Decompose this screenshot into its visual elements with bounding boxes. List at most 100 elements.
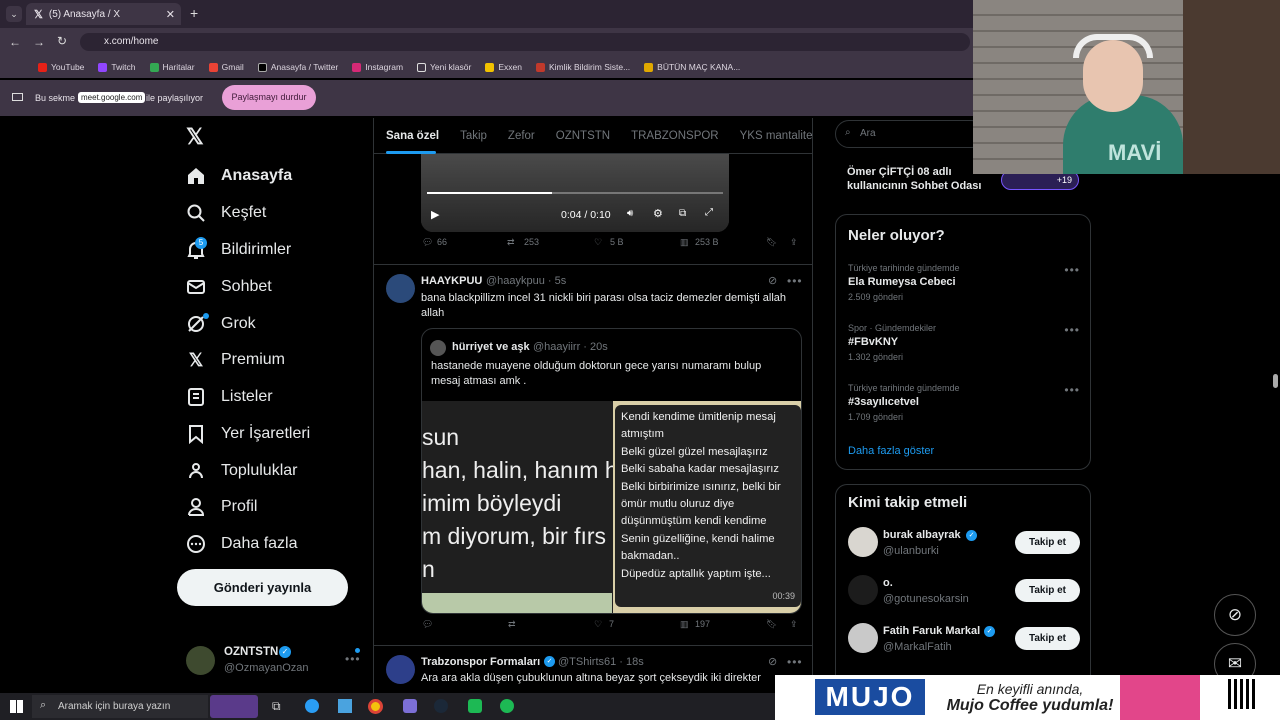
trend-item[interactable]: Türkiye tarihinde gündemde #3sayılıcetve… — [848, 383, 1080, 422]
trend-menu-icon[interactable]: ••• — [1064, 383, 1080, 397]
x-logo-icon[interactable]: 𝕏 — [186, 124, 204, 150]
tab-trabzonspor[interactable]: TRABZONSPOR — [631, 130, 719, 142]
reply-icon[interactable]: 💬︎ — [422, 619, 433, 630]
play-icon[interactable]: ▶ — [431, 208, 439, 221]
grok-float-icon[interactable]: ⊘ — [1214, 594, 1256, 636]
bookmark-icon[interactable]: 🔖︎ — [766, 237, 777, 248]
quote-tweet[interactable]: hürriyet ve aşk @haayiirr · 20s hastaned… — [421, 328, 802, 614]
trend-menu-icon[interactable]: ••• — [1064, 263, 1080, 277]
fullscreen-icon[interactable]: ⤢ — [705, 207, 713, 218]
nav-label: Sohbet — [221, 278, 272, 295]
search-input[interactable]: Ara — [835, 120, 985, 148]
grok-icon[interactable]: ⊘ — [768, 274, 777, 287]
bookmark-twitter[interactable]: Anasayfa / Twitter — [257, 62, 338, 72]
steam-icon[interactable] — [434, 699, 448, 713]
nav-home[interactable]: Anasayfa — [186, 162, 292, 190]
back-icon[interactable]: ← — [9, 35, 21, 49]
nav-messages[interactable]: Sohbet — [186, 273, 272, 301]
nav-communities[interactable]: Topluluklar — [186, 457, 297, 485]
bookmark-kimlik[interactable]: Kimlik Bildirim Siste... — [535, 62, 630, 72]
tweet-menu-icon[interactable]: ••• — [787, 274, 803, 288]
bookmark-gmail[interactable]: Gmail — [208, 62, 244, 72]
retweet-icon[interactable]: ⇄ — [508, 619, 516, 630]
app-icon[interactable] — [403, 699, 417, 713]
bookmark-mac[interactable]: BÜTÜN MAÇ KANA... — [644, 62, 740, 72]
quote-image[interactable]: sun han, halin, hanım h imim böyleydi m diy… — [422, 401, 801, 613]
bookmark-maps[interactable]: Haritalar — [149, 62, 195, 72]
follow-button[interactable]: Takip et — [1015, 579, 1080, 602]
follow-name[interactable]: Fatih Faruk Markal — [883, 625, 980, 637]
forward-icon[interactable]: → — [33, 35, 45, 49]
follow-name[interactable]: burak albayrak — [883, 529, 961, 541]
tab-ozntstn[interactable]: OZNTSTN — [556, 130, 610, 142]
avatar[interactable] — [186, 646, 215, 675]
views-icon[interactable]: ▥ — [680, 237, 689, 248]
widget-image[interactable] — [210, 695, 258, 718]
chrome-icon[interactable] — [368, 699, 383, 714]
url-input[interactable]: x.com/home — [80, 33, 970, 51]
file-explorer-icon[interactable] — [338, 699, 352, 713]
post-button[interactable]: Gönderi yayınla — [177, 569, 348, 606]
browser-tab[interactable]: 𝕏 (5) Anasayfa / X ✕ — [26, 3, 181, 25]
avatar[interactable] — [848, 623, 878, 653]
tab-for-you[interactable]: Sana özel — [386, 130, 439, 142]
account-name[interactable]: OZNTSTN — [224, 646, 278, 658]
avatar[interactable] — [848, 575, 878, 605]
spotify-icon[interactable] — [500, 699, 514, 713]
volume-icon[interactable]: 🔊︎ — [627, 208, 633, 219]
bookmark-instagram[interactable]: Instagram — [352, 62, 403, 72]
show-more-link[interactable]: Daha fazla göster — [848, 445, 934, 457]
tweet-author-name[interactable]: Trabzonspor Formaları — [421, 656, 540, 668]
like-icon[interactable]: ♡ — [594, 619, 602, 630]
nav-profile[interactable]: Profil — [186, 493, 257, 521]
pip-icon[interactable]: ⧉ — [679, 208, 686, 219]
nav-more[interactable]: Daha fazla — [186, 530, 298, 558]
nav-premium[interactable]: 𝕏 Premium — [186, 346, 285, 374]
follow-button[interactable]: Takip et — [1015, 531, 1080, 554]
tab-yks[interactable]: YKS mantalite — [740, 130, 812, 142]
kimlik-icon — [535, 62, 545, 72]
like-icon[interactable]: ♡ — [594, 237, 602, 248]
video-player[interactable]: ▶ 0:04 / 0:10 🔊︎ ⚙ ⧉ ⤢ — [421, 154, 729, 232]
tweet-menu-icon[interactable]: ••• — [787, 655, 803, 669]
task-view-icon[interactable]: ⧉ — [272, 699, 281, 714]
bookmark-youtube[interactable]: YouTube — [38, 62, 84, 72]
avatar[interactable] — [386, 655, 415, 684]
copilot-icon[interactable] — [305, 699, 319, 713]
bookmark-folder[interactable]: Yeni klasör — [417, 62, 471, 72]
tab-search-icon[interactable]: ⌄ — [6, 6, 22, 22]
tab-following[interactable]: Takip — [460, 130, 487, 142]
scrollbar-thumb[interactable] — [1273, 374, 1278, 388]
trend-item[interactable]: Türkiye tarihinde gündemde Ela Rumeysa C… — [848, 263, 1080, 302]
stop-sharing-button[interactable]: Paylaşmayı durdur — [222, 85, 316, 110]
nav-grok[interactable]: Grok — [186, 310, 256, 338]
bookmark-exxen[interactable]: Exxen — [485, 62, 522, 72]
account-menu-icon[interactable]: ••• — [345, 652, 361, 666]
bookmark-twitch[interactable]: Twitch — [98, 62, 136, 72]
tab-zefor[interactable]: Zefor — [508, 130, 535, 142]
share-icon[interactable]: ⇪ — [790, 619, 798, 630]
avatar[interactable] — [386, 274, 415, 303]
follow-name[interactable]: o. — [883, 577, 893, 589]
nav-explore[interactable]: Keşfet — [186, 199, 266, 227]
close-tab-icon[interactable]: ✕ — [166, 8, 175, 21]
settings-gear-icon[interactable]: ⚙ — [653, 207, 663, 220]
follow-button[interactable]: Takip et — [1015, 627, 1080, 650]
reload-icon[interactable]: ↻ — [57, 34, 67, 48]
avatar[interactable] — [848, 527, 878, 557]
new-tab-icon[interactable]: + — [190, 5, 198, 21]
nav-lists[interactable]: Listeler — [186, 383, 273, 411]
taskbar-search[interactable]: Aramak için buraya yazın — [32, 695, 208, 718]
retweet-icon[interactable]: ⇄ — [507, 237, 515, 248]
tweet-author-name[interactable]: HAAYKPUU — [421, 275, 482, 287]
share-icon[interactable]: ⇪ — [790, 237, 798, 248]
app-icon[interactable] — [468, 699, 482, 713]
reply-icon[interactable]: 💬︎ — [422, 237, 433, 248]
windows-start-icon[interactable] — [10, 700, 23, 713]
trend-item[interactable]: Spor · Gündemdekiler #FBvKNY 1.302 gönde… — [848, 323, 1080, 362]
bookmark-icon[interactable]: 🔖︎ — [766, 619, 777, 630]
grok-icon[interactable]: ⊘ — [768, 655, 777, 668]
views-icon[interactable]: ▥ — [680, 619, 689, 630]
trend-menu-icon[interactable]: ••• — [1064, 323, 1080, 337]
nav-bookmarks[interactable]: Yer İşaretleri — [186, 420, 310, 448]
